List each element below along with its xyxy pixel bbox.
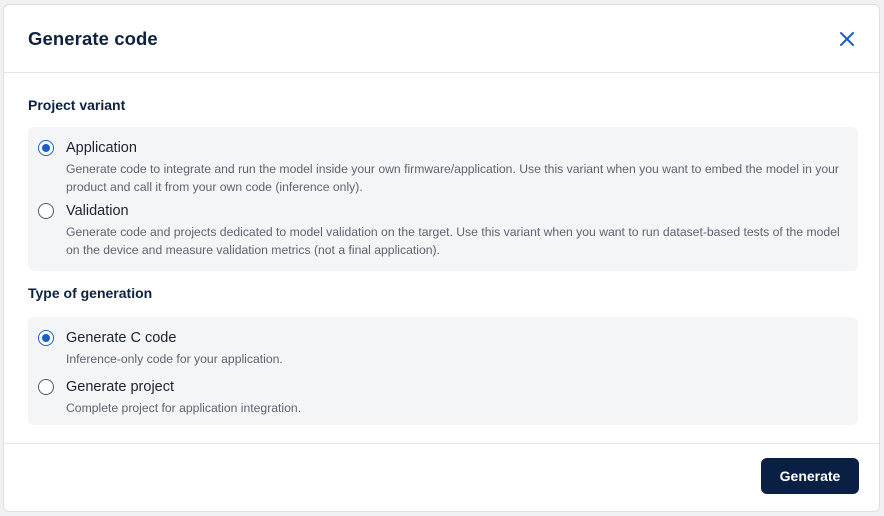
validation-description: Generate code and projects dedicated to …	[66, 225, 840, 257]
close-button[interactable]	[837, 29, 857, 49]
validation-label[interactable]: Validation	[66, 202, 846, 220]
generate-button[interactable]: Generate	[761, 458, 859, 494]
application-description: Generate code to integrate and run the m…	[66, 162, 839, 194]
generation-type-group: Generate C code Inference-only code for …	[28, 317, 858, 425]
generation-option-project[interactable]: Generate project Complete project for ap…	[38, 378, 846, 417]
generate-c-code-label[interactable]: Generate C code	[66, 329, 283, 347]
generate-code-dialog: Generate code Project variant Applicatio…	[3, 4, 880, 512]
generation-option-c-code[interactable]: Generate C code Inference-only code for …	[38, 329, 846, 368]
close-icon	[840, 31, 854, 46]
generate-project-label[interactable]: Generate project	[66, 378, 301, 396]
generation-type-title: Type of generation	[28, 285, 153, 301]
application-radio[interactable]	[38, 140, 54, 156]
project-variant-group: Application Generate code to integrate a…	[28, 127, 858, 271]
generate-c-code-description: Inference-only code for your application…	[66, 352, 283, 366]
dialog-footer: Generate	[4, 443, 879, 511]
application-label[interactable]: Application	[66, 139, 846, 157]
generate-project-radio[interactable]	[38, 379, 54, 395]
variant-option-application[interactable]: Application Generate code to integrate a…	[38, 139, 846, 196]
generate-c-code-radio[interactable]	[38, 330, 54, 346]
dialog-body: Project variant Application Generate cod…	[4, 73, 879, 444]
validation-radio[interactable]	[38, 203, 54, 219]
dialog-header: Generate code	[4, 5, 879, 73]
generate-project-description: Complete project for application integra…	[66, 401, 302, 415]
variant-option-validation[interactable]: Validation Generate code and projects de…	[38, 202, 846, 259]
project-variant-title: Project variant	[28, 97, 126, 113]
dialog-title: Generate code	[28, 27, 158, 49]
